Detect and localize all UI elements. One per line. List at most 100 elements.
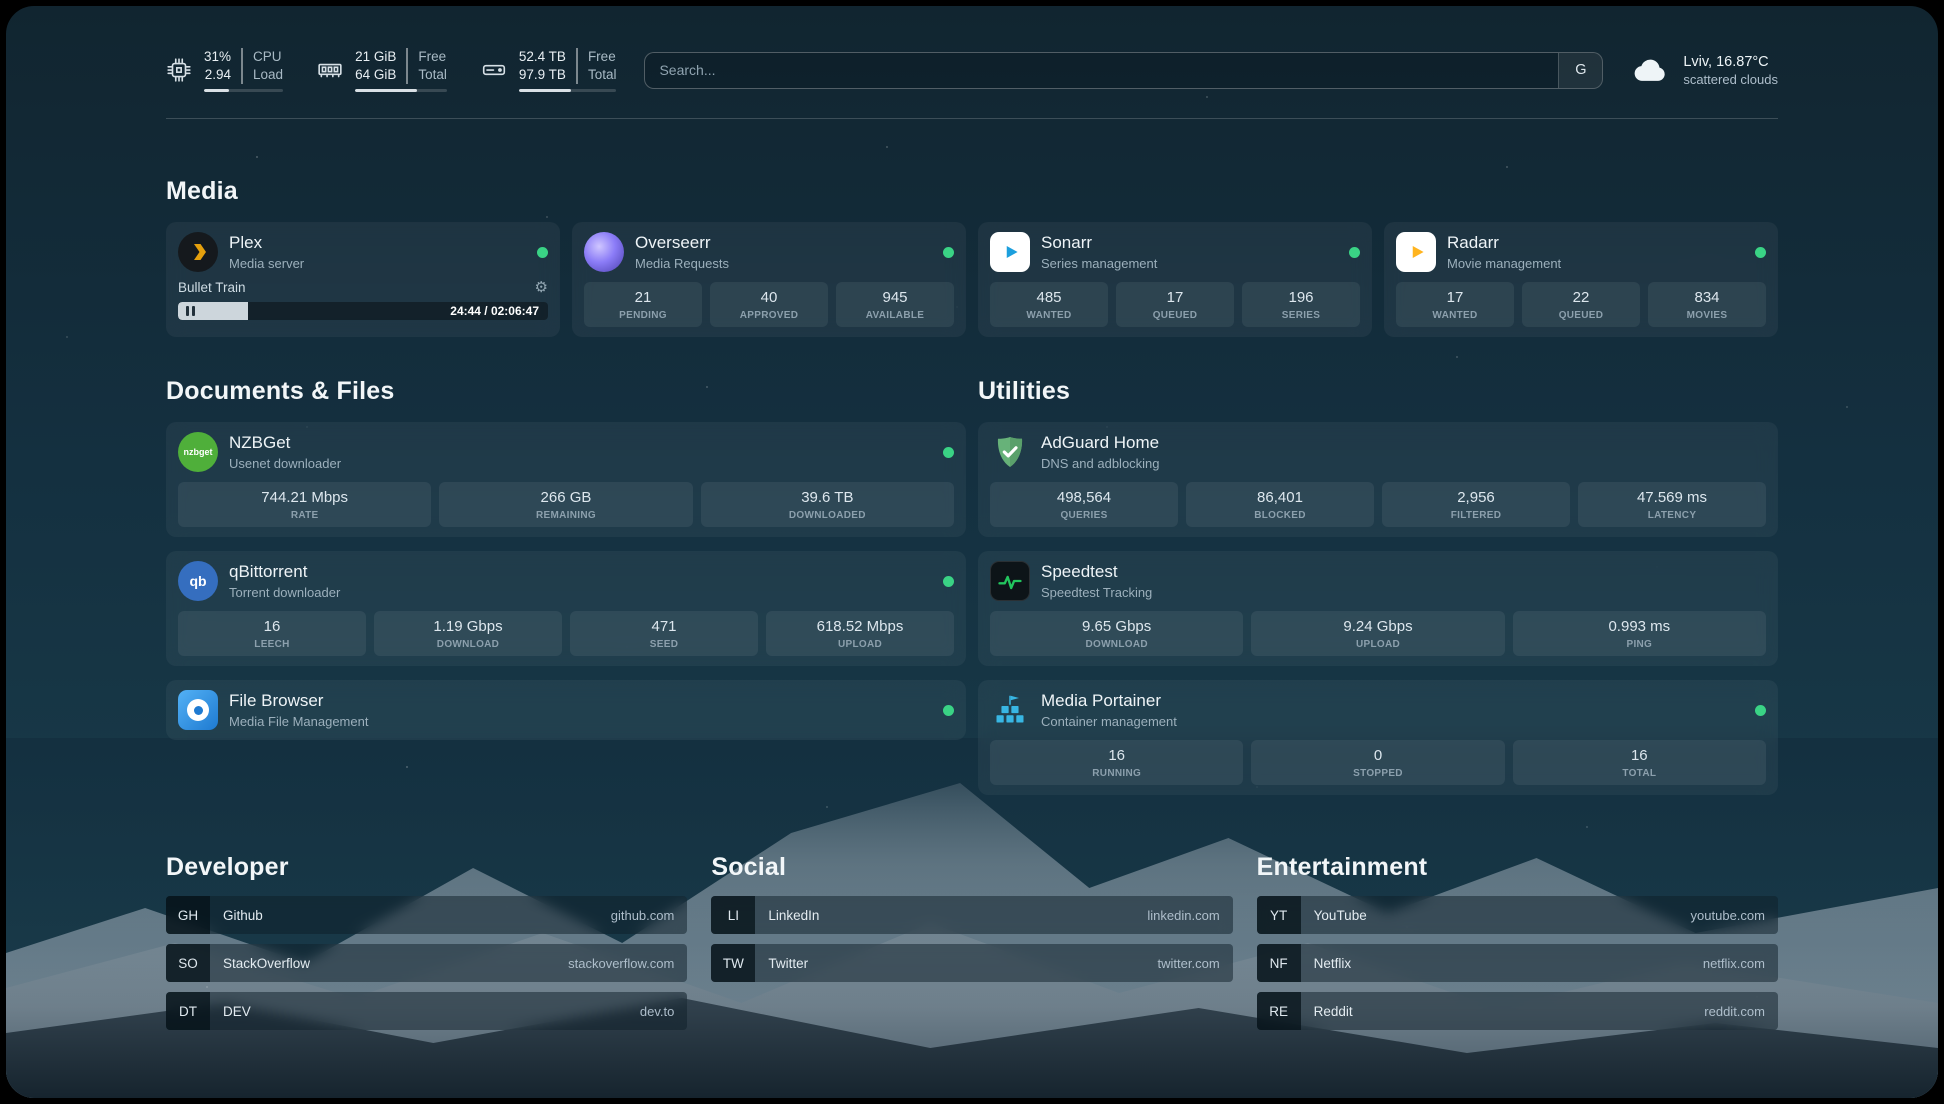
stat-seed: 471 SEED bbox=[570, 611, 758, 656]
service-description: DNS and adblocking bbox=[1041, 456, 1160, 471]
stat-leech: 16 LEECH bbox=[178, 611, 366, 656]
stat-queries: 498,564 QUERIES bbox=[990, 482, 1178, 527]
playback-time: 24:44 / 02:06:47 bbox=[450, 304, 539, 318]
cpu-load-label: Load bbox=[253, 66, 283, 84]
card-sonarr[interactable]: Sonarr Series management 485 WANTED 17 Q… bbox=[978, 222, 1372, 337]
service-description: Series management bbox=[1041, 256, 1157, 271]
status-dot bbox=[1755, 247, 1766, 258]
card-portainer[interactable]: Media Portainer Container management 16 … bbox=[978, 680, 1778, 795]
weather-widget: Lviv, 16.87°C scattered clouds bbox=[1631, 50, 1778, 90]
playback-progress-bar[interactable]: 24:44 / 02:06:47 bbox=[178, 302, 548, 320]
disk-total-label: Total bbox=[588, 66, 617, 84]
bookmark-name: Netflix bbox=[1314, 956, 1352, 971]
bookmark-twitter[interactable]: TW Twitter twitter.com bbox=[711, 944, 1232, 982]
bookmark-abbr: RE bbox=[1257, 992, 1301, 1030]
service-description: Container management bbox=[1041, 714, 1177, 729]
bookmark-github[interactable]: GH Github github.com bbox=[166, 896, 687, 934]
section-social: Social LI LinkedIn linkedin.com TW Twitt… bbox=[711, 853, 1232, 1030]
service-name: Sonarr bbox=[1041, 233, 1157, 253]
bookmark-url: reddit.com bbox=[1704, 1004, 1765, 1019]
stat-stopped: 0 STOPPED bbox=[1251, 740, 1504, 785]
dashboard-window: 31% 2.94 CPU Load bbox=[6, 6, 1938, 1098]
card-qbittorrent[interactable]: qb qBittorrent Torrent downloader 16 LEE… bbox=[166, 551, 966, 666]
stat-wanted: 17 WANTED bbox=[1396, 282, 1514, 327]
bookmark-abbr: NF bbox=[1257, 944, 1301, 982]
weather-location: Lviv, 16.87°C bbox=[1683, 54, 1778, 70]
card-speedtest[interactable]: Speedtest Speedtest Tracking 9.65 Gbps D… bbox=[978, 551, 1778, 666]
qbittorrent-icon: qb bbox=[178, 561, 218, 601]
card-adguard[interactable]: AdGuard Home DNS and adblocking 498,564 … bbox=[978, 422, 1778, 537]
section-title-documents: Documents & Files bbox=[166, 377, 966, 406]
status-dot bbox=[1755, 705, 1766, 716]
section-utilities: Utilities AdGu bbox=[978, 377, 1778, 795]
service-description: Torrent downloader bbox=[229, 585, 340, 600]
bookmark-netflix[interactable]: NF Netflix netflix.com bbox=[1257, 944, 1778, 982]
search-provider-button[interactable]: G bbox=[1558, 53, 1602, 88]
stat-running: 16 RUNNING bbox=[990, 740, 1243, 785]
bookmark-name: StackOverflow bbox=[223, 956, 310, 971]
stat-queued: 17 QUEUED bbox=[1116, 282, 1234, 327]
disk-free-label: Free bbox=[588, 48, 617, 66]
bookmark-abbr: TW bbox=[711, 944, 755, 982]
memory-total-label: Total bbox=[418, 66, 447, 84]
disk-progress-bar bbox=[519, 89, 617, 92]
overseerr-icon bbox=[584, 232, 624, 272]
service-description: Movie management bbox=[1447, 256, 1561, 271]
stat-upload: 618.52 Mbps UPLOAD bbox=[766, 611, 954, 656]
memory-icon bbox=[317, 57, 343, 83]
service-name: Radarr bbox=[1447, 233, 1561, 253]
search-input[interactable] bbox=[645, 53, 1558, 88]
speedtest-pulse-icon bbox=[990, 561, 1030, 601]
bookmark-name: DEV bbox=[223, 1004, 251, 1019]
stat-rate: 744.21 Mbps RATE bbox=[178, 482, 431, 527]
memory-progress-fill bbox=[355, 89, 417, 92]
gear-icon[interactable]: ⚙ bbox=[535, 280, 548, 295]
cpu-usage-value: 31% bbox=[204, 48, 231, 66]
resource-widgets: 31% 2.94 CPU Load bbox=[166, 48, 616, 92]
cpu-usage-label: CPU bbox=[253, 48, 283, 66]
card-filebrowser[interactable]: File Browser Media File Management bbox=[166, 680, 966, 740]
status-dot bbox=[943, 447, 954, 458]
stat-upload: 9.24 Gbps UPLOAD bbox=[1251, 611, 1504, 656]
card-overseerr[interactable]: Overseerr Media Requests 21 PENDING 40 A… bbox=[572, 222, 966, 337]
bookmark-name: Reddit bbox=[1314, 1004, 1353, 1019]
status-dot bbox=[1349, 247, 1360, 258]
bookmark-reddit[interactable]: RE Reddit reddit.com bbox=[1257, 992, 1778, 1030]
search-bar: G bbox=[644, 52, 1603, 89]
disk-total-value: 97.9 TB bbox=[519, 66, 566, 84]
bookmark-dev[interactable]: DT DEV dev.to bbox=[166, 992, 687, 1030]
memory-widget: 21 GiB 64 GiB Free Total bbox=[317, 48, 447, 92]
bookmark-url: dev.to bbox=[640, 1004, 674, 1019]
service-name: NZBGet bbox=[229, 433, 341, 453]
section-entertainment: Entertainment YT YouTube youtube.com NF … bbox=[1257, 853, 1778, 1030]
stat-download: 1.19 Gbps DOWNLOAD bbox=[374, 611, 562, 656]
section-title-social: Social bbox=[711, 853, 1232, 882]
section-developer: Developer GH Github github.com SO StackO… bbox=[166, 853, 687, 1030]
service-name: Plex bbox=[229, 233, 304, 253]
cpu-progress-fill bbox=[204, 89, 229, 92]
bookmark-url: github.com bbox=[611, 908, 675, 923]
stat-series: 196 SERIES bbox=[1242, 282, 1360, 327]
adguard-shield-icon bbox=[990, 432, 1030, 472]
memory-free-label: Free bbox=[418, 48, 447, 66]
bookmark-linkedin[interactable]: LI LinkedIn linkedin.com bbox=[711, 896, 1232, 934]
bookmark-abbr: SO bbox=[166, 944, 210, 982]
portainer-icon bbox=[990, 690, 1030, 730]
service-description: Speedtest Tracking bbox=[1041, 585, 1152, 600]
service-name: Media Portainer bbox=[1041, 691, 1177, 711]
stat-latency: 47.569 ms LATENCY bbox=[1578, 482, 1766, 527]
bookmark-url: stackoverflow.com bbox=[568, 956, 674, 971]
bookmark-stackoverflow[interactable]: SO StackOverflow stackoverflow.com bbox=[166, 944, 687, 982]
section-title-developer: Developer bbox=[166, 853, 687, 882]
pause-icon[interactable] bbox=[186, 306, 195, 316]
card-plex[interactable]: Plex Media server Bullet Train ⚙ bbox=[166, 222, 560, 337]
card-nzbget[interactable]: nzbget NZBGet Usenet downloader 744.21 M… bbox=[166, 422, 966, 537]
bookmark-youtube[interactable]: YT YouTube youtube.com bbox=[1257, 896, 1778, 934]
card-radarr[interactable]: Radarr Movie management 17 WANTED 22 QUE… bbox=[1384, 222, 1778, 337]
stat-movies: 834 MOVIES bbox=[1648, 282, 1766, 327]
status-dot bbox=[943, 576, 954, 587]
filebrowser-icon bbox=[178, 690, 218, 730]
bookmark-url: youtube.com bbox=[1691, 908, 1765, 923]
service-description: Usenet downloader bbox=[229, 456, 341, 471]
stat-downloaded: 39.6 TB DOWNLOADED bbox=[701, 482, 954, 527]
